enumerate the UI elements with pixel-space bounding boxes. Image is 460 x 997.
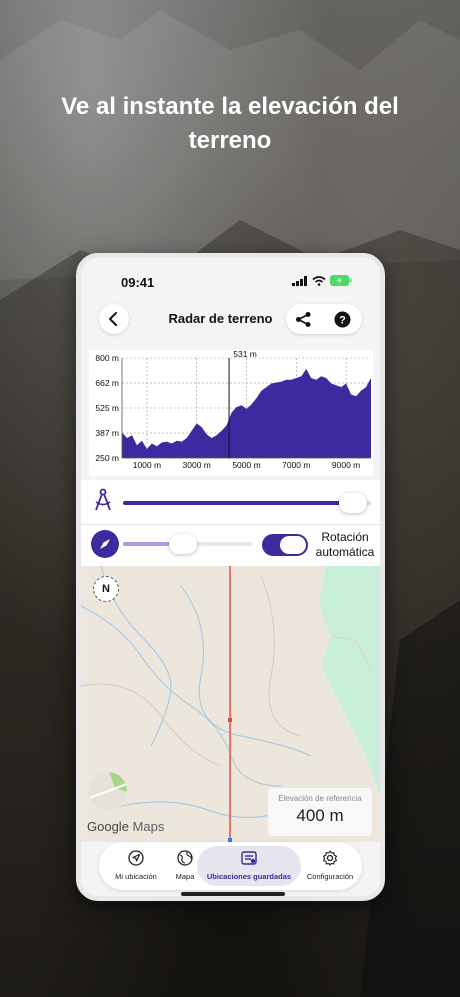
north-compass[interactable]: N: [93, 576, 119, 602]
y-tick-label: 800 m: [95, 353, 119, 363]
elevation-chart[interactable]: 800 m 662 m 525 m 387 m 250 m 1000 m 3000 m 500…: [89, 349, 373, 476]
nav-label-mi-ubicacion: Mi ubicación: [115, 872, 157, 881]
page-title: Radar de terreno: [168, 311, 273, 326]
globe-icon: [177, 850, 193, 866]
google-maps-logo: Google Maps: [87, 819, 164, 834]
x-tick-label: 5000 m: [232, 460, 260, 470]
y-tick-label: 525 m: [95, 403, 119, 413]
reference-elevation-value: 400 m: [296, 806, 344, 825]
range-slider-thumb[interactable]: [338, 493, 367, 513]
auto-rotation-label: Rotación automática: [312, 530, 378, 560]
elevation-chart-svg: 800 m 662 m 525 m 387 m 250 m 1000 m 3000 m 500…: [95, 349, 371, 470]
share-icon: [296, 312, 311, 327]
x-tick-label: 7000 m: [282, 460, 310, 470]
range-slider[interactable]: [123, 493, 371, 513]
status-time: 09:41: [121, 275, 155, 290]
north-label: N: [102, 583, 110, 595]
back-button[interactable]: [99, 304, 129, 334]
app-screen: 09:41 Radar de terreno ? 800 m662 m 525 …: [81, 258, 380, 896]
top-bar: Radar de terreno ?: [93, 304, 368, 338]
maps-logo-text: Maps: [132, 819, 165, 834]
auto-rotation-toggle[interactable]: [262, 534, 308, 556]
y-tick-label: 387 m: [95, 428, 119, 438]
help-icon: ?: [334, 311, 351, 328]
toggle-knob: [280, 536, 306, 554]
google-logo-text: Google: [87, 819, 129, 834]
auto-rotation-label-line2: automática: [315, 545, 375, 559]
chevron-left-icon: [109, 312, 117, 326]
nav-item-mi-ubicacion[interactable]: Mi ubicación: [107, 846, 165, 886]
home-indicator: [181, 892, 285, 896]
bottom-navigation: Mi ubicación Mapa Ubicaciones guardadas …: [99, 842, 362, 890]
y-tick-label: 662 m: [95, 378, 119, 388]
phone-frame: 09:41 Radar de terreno ? 800 m662 m 525 …: [76, 253, 385, 901]
rotation-slider[interactable]: [123, 534, 253, 554]
wifi-icon: [312, 275, 326, 286]
help-button[interactable]: ?: [334, 311, 351, 333]
y-tick-label: 250 m: [95, 453, 119, 463]
saved-list-icon: [241, 851, 257, 865]
auto-rotation-label-line1: Rotación: [321, 530, 369, 544]
controls-panel: Rotación automática: [81, 480, 380, 570]
x-tick-label: 9000 m: [332, 460, 360, 470]
map-view[interactable]: N Google Maps Elevación de referencia 40…: [81, 566, 380, 842]
share-button[interactable]: [295, 311, 312, 333]
status-icons: [292, 275, 352, 286]
controls-divider: [81, 524, 380, 525]
status-bar: 09:41: [81, 272, 380, 292]
chart-cursor-label: 531 m: [233, 350, 257, 359]
compass-button[interactable]: [91, 530, 119, 558]
nav-item-configuracion[interactable]: Configuración: [301, 846, 359, 886]
map-type-thumbnail[interactable]: [89, 772, 127, 810]
navigation-arrow-icon: [128, 850, 144, 866]
nav-label-configuracion: Configuración: [306, 872, 354, 881]
nav-label-ubicaciones-guardadas: Ubicaciones guardadas: [206, 872, 292, 881]
x-tick-label: 1000 m: [133, 460, 161, 470]
signal-icon: [292, 275, 307, 286]
gear-icon: [322, 850, 338, 866]
map-thumbnail-icon: [89, 772, 127, 810]
compass-icon: [100, 539, 110, 549]
x-tick-label: 3000 m: [183, 460, 211, 470]
action-pill: ?: [286, 304, 362, 334]
rotation-slider-thumb[interactable]: [168, 534, 197, 554]
reference-elevation-label: Elevación de referencia: [278, 794, 362, 803]
battery-icon: [330, 275, 352, 286]
range-slider-fill: [123, 501, 367, 505]
headline: Ve al instante la elevación del terreno: [61, 93, 399, 154]
caliper-icon: [95, 488, 111, 511]
reference-elevation-box[interactable]: Elevación de referencia 400 m: [268, 788, 372, 836]
nav-item-ubicaciones-guardadas[interactable]: Ubicaciones guardadas: [197, 846, 301, 886]
svg-text:?: ?: [339, 315, 346, 327]
